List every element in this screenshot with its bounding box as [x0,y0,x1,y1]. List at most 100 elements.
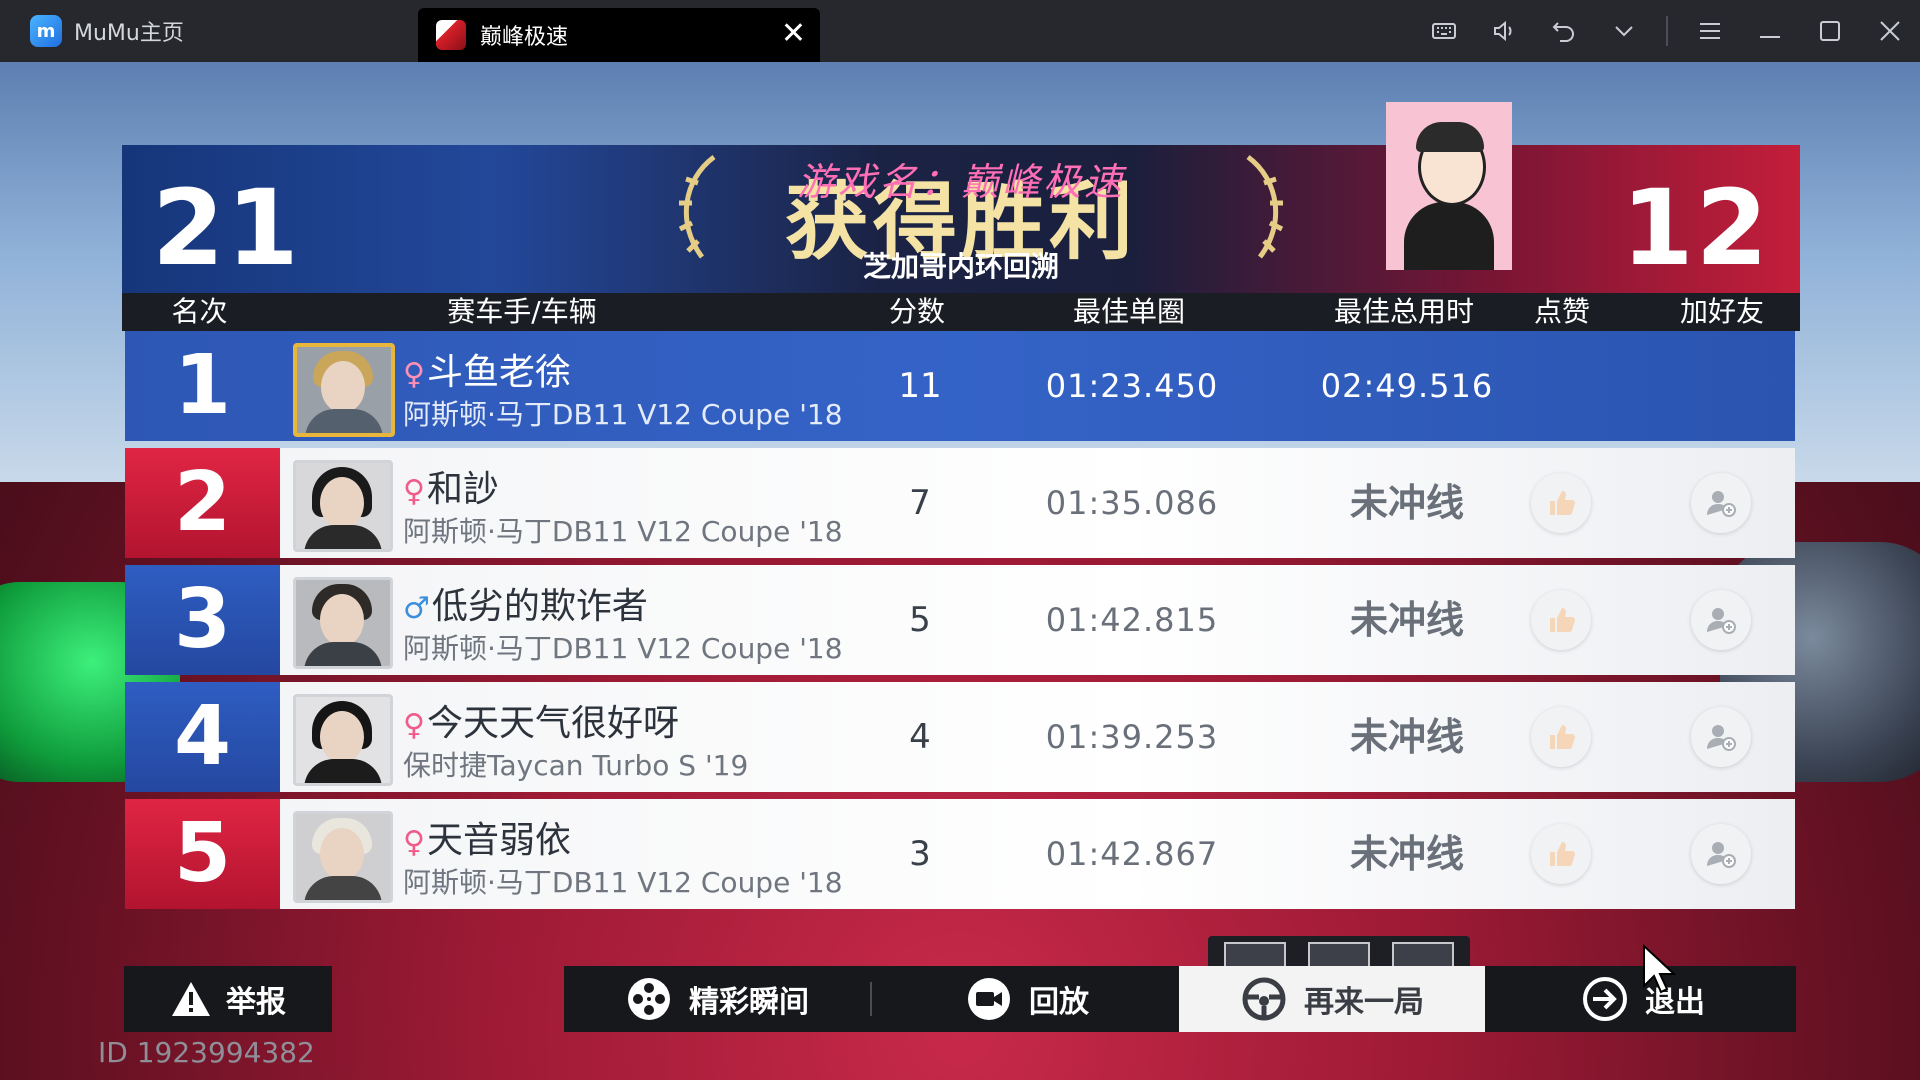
player-score: 11 [898,366,942,406]
add-friend-button[interactable] [1691,590,1751,650]
tab-mumu-home-label: MuMu主页 [74,21,184,46]
thumbs-up-icon [1550,608,1575,632]
tab-close-icon[interactable]: ✕ [781,16,806,52]
player-name: ♀斗鱼老徐 [403,343,571,395]
best-lap: 01:35.086 [1045,484,1219,522]
avatar-body [304,876,382,900]
play-again-label: 再来一局 [1304,985,1424,1020]
team-score-red: 12 [1621,167,1770,289]
header-like: 点赞 [1533,295,1590,328]
avatar-body [305,409,383,433]
player-avatar[interactable] [293,343,395,437]
highlights-button[interactable]: 精彩瞬间 [564,966,870,1032]
emulator-titlebar: m MuMu主页 巅峰极速 ✕ [0,0,1920,62]
table-row: 2 ♀和訬 阿斯顿·马丁DB11 V12 Coupe '18 7 01:35.0… [125,448,1795,558]
player-name-text: 今天天气很好呀 [426,703,679,744]
player-avatar[interactable] [293,811,393,903]
streamer-avatar-hair [1416,122,1484,152]
row-rank: 4 [125,682,280,792]
keyboard-icon[interactable] [1414,0,1474,62]
replay-button[interactable]: 回放 [874,966,1180,1032]
header-add-friend: 加好友 [1679,295,1764,328]
best-lap: 01:39.253 [1045,718,1219,756]
add-friend-button[interactable] [1691,473,1751,533]
best-lap: 01:23.450 [1045,367,1219,405]
best-total-time: 未冲线 [1349,715,1464,759]
mumu-logo-icon: m [30,15,62,47]
report-button[interactable]: 举报 [124,966,332,1032]
table-row: 1 ♀斗鱼老徐 阿斯顿·马丁DB11 V12 Coupe '18 11 01:2… [125,331,1795,441]
add-friend-icon [1707,725,1736,751]
results-table-header: 名次 赛车手/车辆 分数 最佳单圈 最佳总用时 点赞 加好友 [122,293,1800,331]
best-total-time: 未冲线 [1349,598,1464,642]
best-total-time: 未冲线 [1349,481,1464,525]
video-camera-icon [968,978,1010,1020]
tab-mumu-home[interactable]: m MuMu主页 [0,0,410,62]
player-avatar[interactable] [293,577,393,669]
thumbs-up-icon [1550,842,1575,866]
player-id: ID 1923994382 [98,1036,315,1069]
bottom-action-bar: 精彩瞬间 回放 再来一局 退出 [564,966,1796,1032]
tab-game-label: 巅峰极速 [480,25,569,50]
car-name: 阿斯顿·马丁DB11 V12 Coupe '18 [403,515,843,548]
player-name: ♀今天天气很好呀 [403,694,679,746]
volume-icon[interactable] [1474,0,1534,62]
like-button[interactable] [1531,707,1591,767]
avatar-face [321,361,365,413]
game-app-icon [436,20,466,50]
gender-male-icon: ♂ [403,591,430,626]
avatar-body [304,759,382,783]
play-again-button[interactable]: 再来一局 [1179,966,1485,1032]
avatar-face [320,477,364,529]
undo-icon[interactable] [1534,0,1594,62]
exit-arrow-icon [1583,977,1627,1021]
steering-wheel-icon [1242,977,1286,1021]
like-button[interactable] [1531,590,1591,650]
player-avatar[interactable] [293,460,393,552]
player-name: ♂低劣的欺诈者 [403,577,648,629]
track-name: 芝加哥内环回溯 [862,250,1059,283]
menu-icon[interactable] [1680,0,1740,62]
mouse-cursor-icon [1643,944,1676,994]
like-button[interactable] [1531,824,1591,884]
player-score: 7 [909,483,931,523]
like-button[interactable] [1531,473,1591,533]
car-name: 保时捷Taycan Turbo S '19 [403,749,749,782]
streamer-avatar-body [1404,202,1494,270]
avatar-face [320,594,364,646]
table-row: 4 ♀今天天气很好呀 保时捷Taycan Turbo S '19 4 01:39… [125,682,1795,792]
avatar-face [320,711,364,763]
gender-female-icon: ♀ [403,357,425,392]
window-controls [1414,0,1920,62]
player-name-text: 天音弱依 [426,820,571,861]
table-row: 3 ♂低劣的欺诈者 阿斯顿·马丁DB11 V12 Coupe '18 5 01:… [125,565,1795,675]
replay-label: 回放 [1029,985,1089,1020]
header-driver: 赛车手/车辆 [447,295,597,328]
best-total-time: 未冲线 [1349,832,1464,876]
add-friend-button[interactable] [1691,824,1751,884]
car-name: 阿斯顿·马丁DB11 V12 Coupe '18 [403,866,843,899]
best-lap: 01:42.867 [1045,835,1219,873]
header-best-lap: 最佳单圈 [1072,295,1185,328]
gender-female-icon: ♀ [403,825,425,860]
close-icon[interactable] [1860,0,1920,62]
car-name: 阿斯顿·马丁DB11 V12 Coupe '18 [403,398,843,431]
gender-female-icon: ♀ [403,474,425,509]
row-rank: 2 [125,448,280,558]
avatar-body [304,642,382,666]
maximize-icon[interactable] [1800,0,1860,62]
add-friend-icon [1707,608,1736,634]
chevron-down-icon[interactable] [1594,0,1654,62]
best-lap: 01:42.815 [1045,601,1219,639]
add-friend-button[interactable] [1691,707,1751,767]
tab-game[interactable]: 巅峰极速 ✕ [418,8,820,62]
gender-female-icon: ♀ [403,708,425,743]
film-reel-icon [628,978,670,1020]
minimize-icon[interactable] [1740,0,1800,62]
player-score: 3 [909,834,931,874]
game-screen: 21 获得胜利 游戏名：巅峰极速 芝加哥内环回溯 12 名次 赛车手/车辆 分数… [0,62,1920,1080]
player-avatar[interactable] [293,694,393,786]
header-rank: 名次 [171,295,228,328]
avatar-face [320,828,364,880]
titlebar-divider [1666,16,1668,46]
